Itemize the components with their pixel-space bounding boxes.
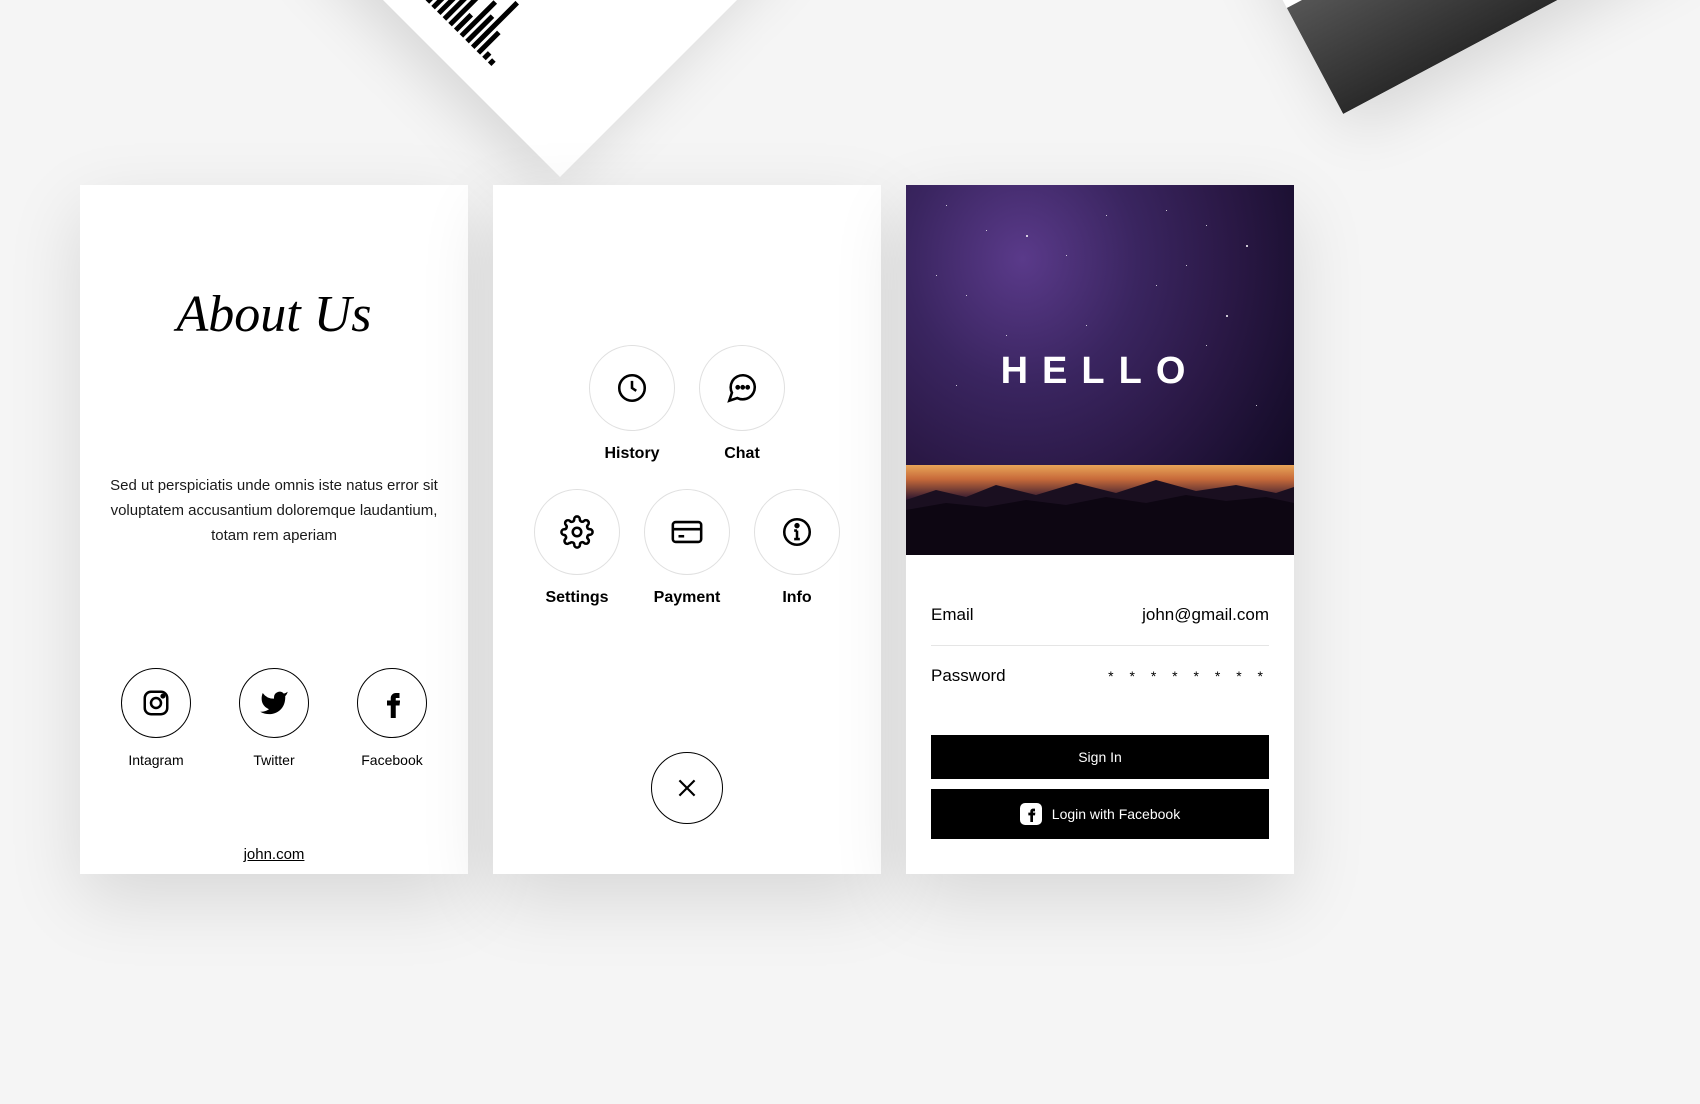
button-label: Login with Facebook (1052, 806, 1180, 822)
field-label: Email (931, 605, 974, 625)
clock-icon (615, 371, 649, 405)
menu-item-history[interactable]: History (589, 345, 675, 463)
menu-item-settings[interactable]: Settings (534, 489, 620, 607)
social-label: Facebook (361, 752, 422, 768)
facebook-login-button[interactable]: Login with Facebook (931, 789, 1269, 839)
social-facebook[interactable]: Facebook (357, 668, 427, 768)
instagram-icon (141, 688, 171, 718)
email-field[interactable]: Email john@gmail.com (931, 585, 1269, 646)
facebook-icon (384, 688, 400, 718)
button-label: Sign In (1078, 749, 1122, 765)
close-icon (674, 775, 700, 801)
login-screen: HELLO Email john@gmail.com Password * * … (906, 185, 1294, 874)
social-instagram[interactable]: Intagram (121, 668, 191, 768)
field-value: john@gmail.com (1142, 605, 1269, 625)
twitter-icon (259, 688, 289, 718)
menu-item-payment[interactable]: Payment (644, 489, 730, 607)
website-link[interactable]: john.com (110, 846, 438, 863)
field-label: Password (931, 666, 1006, 686)
password-field[interactable]: Password * * * * * * * * (931, 646, 1269, 706)
menu-label: Payment (654, 589, 721, 607)
close-button[interactable] (651, 752, 723, 824)
social-label: Intagram (128, 752, 183, 768)
card-icon (670, 515, 704, 549)
menu-item-info[interactable]: Info (754, 489, 840, 607)
menu-screen: History Chat S (493, 185, 881, 874)
menu-label: History (604, 445, 659, 463)
social-label: Twitter (253, 752, 294, 768)
menu-item-chat[interactable]: Chat (699, 345, 785, 463)
login-hero: HELLO (906, 185, 1294, 555)
about-title: About Us (110, 285, 438, 344)
about-body: Sed ut perspiciatis unde omnis iste natu… (110, 474, 438, 548)
menu-label: Info (782, 589, 811, 607)
hero-title: HELLO (906, 350, 1294, 393)
menu-label: Settings (545, 589, 608, 607)
social-twitter[interactable]: Twitter (239, 668, 309, 768)
chat-icon (725, 371, 759, 405)
signin-button[interactable]: Sign In (931, 735, 1269, 779)
facebook-icon (1020, 803, 1042, 825)
menu-label: Chat (724, 445, 760, 463)
gear-icon (560, 515, 594, 549)
about-us-screen: About Us Sed ut perspiciatis unde omnis … (80, 185, 468, 874)
field-value: * * * * * * * * (1108, 668, 1269, 684)
decorative-image-card (1146, 0, 1700, 114)
decorative-chart-card: 10 20 30 (263, 0, 857, 177)
info-icon (780, 515, 814, 549)
